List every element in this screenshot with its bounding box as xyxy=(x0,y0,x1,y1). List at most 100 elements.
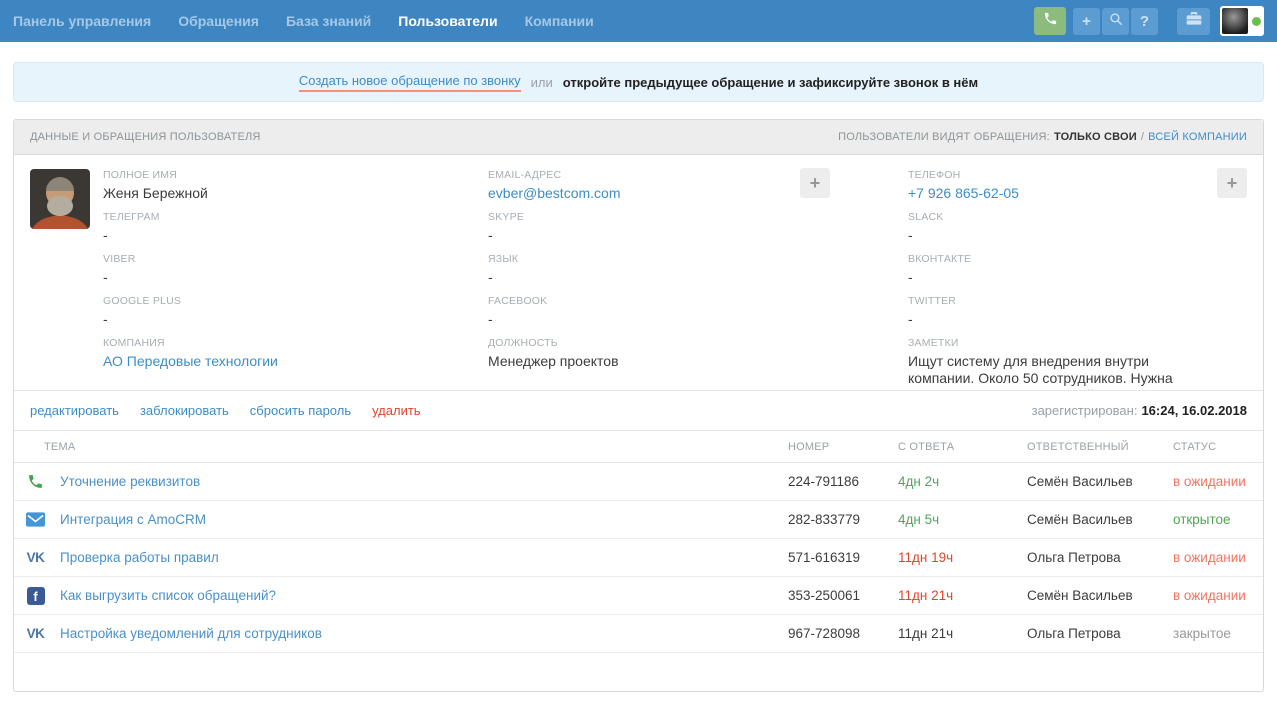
email-channel-icon xyxy=(25,512,46,527)
field-facebook: FACEBOOK - xyxy=(488,295,908,328)
case-number: 224-791186 xyxy=(775,463,885,501)
user-details: ПОЛНОЕ ИМЯ Женя Бережной ТЕЛЕГРАМ - VIBE… xyxy=(14,155,1263,390)
col-header-number: НОМЕР xyxy=(775,431,885,463)
search-button[interactable] xyxy=(1102,8,1129,35)
panel-title: ДАННЫЕ И ОБРАЩЕНИЯ ПОЛЬЗОВАТЕЛЯ xyxy=(30,131,261,143)
user-fields: ПОЛНОЕ ИМЯ Женя Бережной ТЕЛЕГРАМ - VIBE… xyxy=(103,169,1247,390)
nav-right-controls: + ? xyxy=(1034,6,1264,36)
vk-channel-icon: VK xyxy=(25,626,46,641)
plus-icon: + xyxy=(1082,13,1091,30)
status-badge: в ожидании xyxy=(1151,539,1263,577)
registered-at: зарегистрирован:16:24, 16.02.2018 xyxy=(1032,403,1247,418)
briefcase-icon xyxy=(1186,12,1202,31)
block-link[interactable]: заблокировать xyxy=(140,403,229,418)
since-reply-value: 4дн 2ч xyxy=(885,463,1003,501)
responsible-name: Ольга Петрова xyxy=(1003,539,1151,577)
company-link[interactable]: АО Передовые технологии xyxy=(103,353,488,370)
col-header-responsible: ОТВЕТСТВЕННЫЙ xyxy=(1003,431,1151,463)
edit-link[interactable]: редактировать xyxy=(30,403,119,418)
case-row: VK Настройка уведомлений для сотрудников… xyxy=(14,615,1263,653)
registered-value: 16:24, 16.02.2018 xyxy=(1141,403,1247,418)
panel-header: ДАННЫЕ И ОБРАЩЕНИЯ ПОЛЬЗОВАТЕЛЯ ПОЛЬЗОВА… xyxy=(14,120,1263,155)
case-row: Уточнение реквизитов 224-791186 4дн 2ч С… xyxy=(14,463,1263,501)
user-actions: редактировать заблокировать сбросить пар… xyxy=(14,390,1263,430)
case-row: VK Проверка работы правил 571-616319 11д… xyxy=(14,539,1263,577)
case-topic-link[interactable]: Как выгрузить список обращений? xyxy=(60,588,276,603)
responsible-name: Семён Васильев xyxy=(1003,577,1151,615)
nav-items: Панель управления Обращения База знаний … xyxy=(13,13,594,29)
question-icon: ? xyxy=(1140,13,1149,30)
case-topic-link[interactable]: Проверка работы правил xyxy=(60,550,219,565)
field-telegram: ТЕЛЕГРАМ - xyxy=(103,211,488,244)
add-button[interactable]: + xyxy=(1073,8,1100,35)
field-slack: SLACK - xyxy=(908,211,1207,244)
status-badge: закрытое xyxy=(1151,615,1263,653)
responsible-name: Семён Васильев xyxy=(1003,463,1151,501)
since-reply-value: 11дн 21ч xyxy=(885,577,1003,615)
phone-icon xyxy=(1043,11,1058,31)
visibility-option-own: ТОЛЬКО СВОИ xyxy=(1054,131,1137,143)
call-banner: Создать новое обращение по звонку или от… xyxy=(13,62,1264,102)
registered-label: зарегистрирован: xyxy=(1032,403,1138,418)
page: Панель управления Обращения База знаний … xyxy=(0,0,1277,711)
user-menu[interactable] xyxy=(1220,6,1264,36)
nav-item-dashboard[interactable]: Панель управления xyxy=(13,13,151,29)
email-link[interactable]: evber@bestcom.com xyxy=(488,185,908,202)
help-button[interactable]: ? xyxy=(1131,8,1158,35)
quick-actions-group: + ? xyxy=(1073,8,1158,35)
field-phone: ТЕЛЕФОН +7 926 865-62-05 xyxy=(908,169,1207,202)
phone-call-button[interactable] xyxy=(1034,7,1066,35)
search-icon xyxy=(1109,12,1123,30)
visibility-separator: / xyxy=(1141,131,1144,143)
table-header-row: ТЕМА НОМЕР С ОТВЕТА ОТВЕТСТВЕННЫЙ СТАТУС xyxy=(14,431,1263,463)
col-header-since-reply: С ОТВЕТА xyxy=(885,431,1003,463)
field-position: ДОЛЖНОСТЬ Менеджер проектов xyxy=(488,337,908,370)
user-avatar xyxy=(30,169,90,229)
user-panel: ДАННЫЕ И ОБРАЩЕНИЯ ПОЛЬЗОВАТЕЛЯ ПОЛЬЗОВА… xyxy=(13,119,1264,692)
col-header-status: СТАТУС xyxy=(1151,431,1263,463)
create-case-by-call-link[interactable]: Создать новое обращение по звонку xyxy=(299,73,521,92)
status-badge: в ожидании xyxy=(1151,577,1263,615)
since-reply-value: 11дн 21ч xyxy=(885,615,1003,653)
status-badge: открытое xyxy=(1151,501,1263,539)
facebook-channel-icon: f xyxy=(25,587,46,605)
status-badge: в ожидании xyxy=(1151,463,1263,501)
fields-column-3: ТЕЛЕФОН +7 926 865-62-05 SLACK - ВКОНТАК… xyxy=(908,169,1247,390)
phone-channel-icon xyxy=(25,473,46,490)
case-topic-link[interactable]: Уточнение реквизитов xyxy=(60,474,200,489)
case-topic-link[interactable]: Настройка уведомлений для сотрудников xyxy=(60,626,322,641)
field-twitter: TWITTER - xyxy=(908,295,1207,328)
case-number: 353-250061 xyxy=(775,577,885,615)
main-nav: Панель управления Обращения База знаний … xyxy=(0,0,1277,42)
vk-channel-icon: VK xyxy=(25,550,46,565)
responsible-name: Ольга Петрова xyxy=(1003,615,1151,653)
banner-instruction: откройте предыдущее обращение и зафиксир… xyxy=(563,75,978,90)
col-header-topic: ТЕМА xyxy=(14,431,775,463)
field-company: КОМПАНИЯ АО Передовые технологии xyxy=(103,337,488,370)
fields-column-1: ПОЛНОЕ ИМЯ Женя Бережной ТЕЛЕГРАМ - VIBE… xyxy=(103,169,488,390)
field-email: EMAIL-АДРЕС evber@bestcom.com xyxy=(488,169,908,202)
since-reply-value: 11дн 19ч xyxy=(885,539,1003,577)
visibility-label: ПОЛЬЗОВАТЕЛИ ВИДЯТ ОБРАЩЕНИЯ: xyxy=(838,131,1050,143)
case-row: Интеграция с AmoCRM 282-833779 4дн 5ч Се… xyxy=(14,501,1263,539)
visibility-option-company-link[interactable]: ВСЕЙ КОМПАНИИ xyxy=(1148,131,1247,143)
field-full-name: ПОЛНОЕ ИМЯ Женя Бережной xyxy=(103,169,488,202)
nav-item-companies[interactable]: Компании xyxy=(525,13,594,29)
field-notes: ЗАМЕТКИ Ищут систему для внедрения внутр… xyxy=(908,337,1207,390)
field-vkontakte: ВКОНТАКТЕ - xyxy=(908,253,1207,286)
online-status-dot xyxy=(1252,17,1261,26)
responsible-name: Семён Васильев xyxy=(1003,501,1151,539)
case-number: 571-616319 xyxy=(775,539,885,577)
add-email-button[interactable]: + xyxy=(800,168,830,198)
case-topic-link[interactable]: Интеграция с AmoCRM xyxy=(60,512,206,527)
field-google-plus: GOOGLE PLUS - xyxy=(103,295,488,328)
delete-link[interactable]: удалить xyxy=(372,403,420,418)
case-number: 967-728098 xyxy=(775,615,885,653)
nav-item-knowledge-base[interactable]: База знаний xyxy=(286,13,371,29)
nav-item-cases[interactable]: Обращения xyxy=(178,13,259,29)
nav-item-users[interactable]: Пользователи xyxy=(398,13,497,29)
phone-number-link[interactable]: +7 926 865-62-05 xyxy=(908,185,1207,202)
reset-password-link[interactable]: сбросить пароль xyxy=(250,403,351,418)
add-phone-button[interactable]: + xyxy=(1217,168,1247,198)
briefcase-button[interactable] xyxy=(1177,8,1210,35)
